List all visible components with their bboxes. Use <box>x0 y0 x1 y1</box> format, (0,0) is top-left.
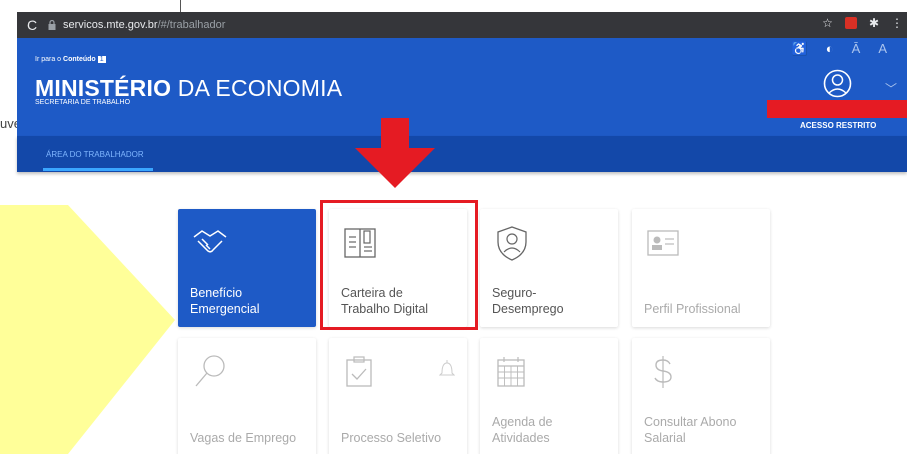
tile-label: Agenda de Atividades <box>492 415 553 445</box>
calendar-icon <box>497 357 525 387</box>
main-nav: ÁREA DO TRABALHADOR <box>17 136 907 172</box>
user-avatar-icon[interactable] <box>823 69 852 98</box>
reload-icon[interactable]: C <box>17 17 47 33</box>
menu-dots-icon[interactable]: ⋮ <box>891 16 903 30</box>
browser-address-bar: C servicos.mte.gov.br/#/trabalhador ☆ ✱ … <box>17 12 907 38</box>
redaction-bar <box>767 100 907 118</box>
tile-vagas-emprego[interactable]: Vagas de Emprego <box>178 338 316 454</box>
contrast-icon[interactable]: ◐ <box>826 41 834 57</box>
tile-agenda-atividades[interactable]: Agenda de Atividades <box>480 338 618 454</box>
restricted-access-link[interactable]: ACESSO RESTRITO <box>800 121 876 130</box>
bell-icon <box>439 360 455 376</box>
tile-seguro-desemprego[interactable]: Seguro- Desemprego <box>480 209 618 327</box>
tile-label: Processo Seletivo <box>341 431 442 445</box>
tile-label: Benefício Emergencial <box>190 286 260 316</box>
tile-perfil-profissional[interactable]: Perfil Profissional <box>632 209 770 327</box>
tab-area-trabalhador[interactable]: ÁREA DO TRABALHADOR <box>46 150 144 159</box>
skip-to-content-link[interactable]: Ir para o Conteúdo 1 <box>35 56 106 63</box>
secretaria-subtitle: SECRETARIA DE TRABALHO <box>35 99 131 106</box>
dollar-icon <box>654 356 672 388</box>
tile-label: Vagas de Emprego <box>190 431 297 445</box>
tile-label: Consultar Abono Salarial <box>644 415 737 445</box>
background-divider <box>180 0 181 12</box>
extension-icon[interactable] <box>844 17 857 29</box>
font-increase-button[interactable]: A <box>878 41 887 57</box>
handshake-icon <box>193 230 227 253</box>
site-header: Ir para o Conteúdo 1 MINISTÉRIO DA ECONOM… <box>17 38 907 136</box>
lock-icon[interactable] <box>47 20 57 30</box>
highlight-box <box>320 200 478 330</box>
tile-label: Perfil Profissional <box>644 302 741 316</box>
tile-label: Seguro- Desemprego <box>492 286 564 316</box>
tile-consultar-abono-salarial[interactable]: Consultar Abono Salarial <box>632 338 770 454</box>
clipboard-check-icon <box>346 356 372 387</box>
red-arrow-pointer <box>355 118 435 188</box>
search-icon <box>195 355 225 387</box>
shield-person-icon <box>497 226 527 261</box>
bookmark-star-icon[interactable]: ☆ <box>822 16 833 30</box>
extensions-puzzle-icon[interactable]: ✱ <box>869 16 879 30</box>
font-decrease-button[interactable]: Ā <box>852 41 861 57</box>
chevron-down-icon[interactable]: ﹀ <box>885 80 897 97</box>
accessibility-icon[interactable]: ♿ <box>792 41 808 57</box>
tile-processo-seletivo[interactable]: Processo Seletivo <box>329 338 467 454</box>
profile-card-icon <box>647 230 679 256</box>
tile-beneficio-emergencial[interactable]: Benefício Emergencial <box>178 209 316 327</box>
ministry-title: MINISTÉRIO DA ECONOMIA <box>35 75 343 101</box>
url-field[interactable]: servicos.mte.gov.br/#/trabalhador <box>63 19 225 31</box>
yellow-callout-shape <box>0 205 175 454</box>
active-tab-indicator <box>43 168 153 171</box>
